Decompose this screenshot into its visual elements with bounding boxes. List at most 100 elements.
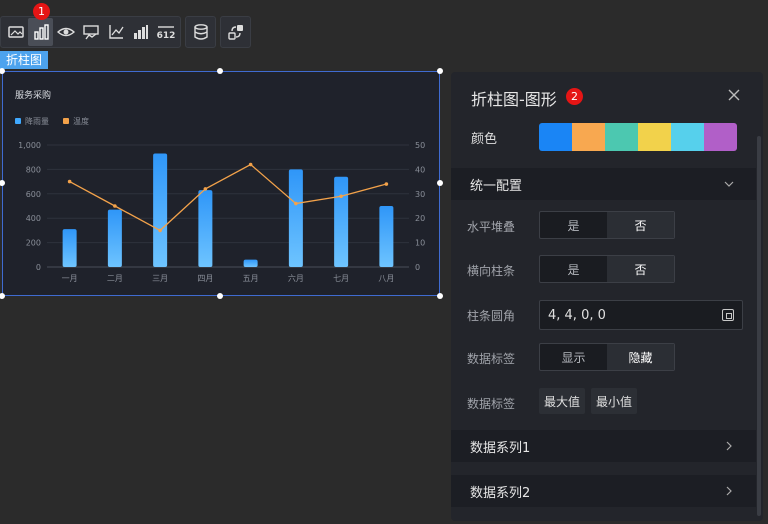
chevron-right-icon (726, 486, 732, 496)
horizontal-yes[interactable]: 是 (540, 256, 607, 282)
line-axis-icon[interactable] (103, 18, 128, 46)
legend-label-line: 温度 (73, 116, 89, 126)
toolbar-group-interaction (220, 16, 251, 48)
widget-type-tag: 折柱图 (0, 51, 49, 69)
resize-handle-top-right[interactable] (437, 68, 443, 74)
horizontal-label: 横向柱条 (467, 264, 516, 278)
bar-一月 (62, 229, 77, 267)
temperature-point (294, 201, 298, 206)
section-common-title: 统一配置 (470, 178, 523, 194)
section-series-2[interactable]: 数据系列2 (451, 475, 756, 507)
toolbar: 1 612 (0, 3, 255, 48)
color-swatch-3[interactable] (605, 123, 638, 151)
x-tick: 八月 (378, 274, 394, 283)
bar-四月 (198, 190, 213, 267)
expand-icon[interactable] (722, 309, 734, 321)
bar-三月 (153, 153, 168, 267)
y-right-tick: 40 (415, 165, 425, 174)
x-tick: 四月 (197, 274, 213, 283)
data-label-hide[interactable]: 隐藏 (607, 344, 674, 370)
svg-text:612: 612 (157, 31, 175, 41)
x-tick: 五月 (243, 274, 259, 283)
data-label-toggle: 显示 隐藏 (539, 343, 675, 371)
number-icon[interactable]: 612 (153, 18, 178, 46)
database-icon[interactable] (188, 18, 213, 46)
toolbar-group-charts: 1 612 (0, 3, 181, 48)
temperature-point (339, 194, 343, 199)
temperature-point (113, 204, 117, 208)
horizontal-no[interactable]: 否 (607, 256, 674, 282)
temperature-point (203, 187, 208, 191)
color-label: 颜色 (471, 132, 498, 147)
legend-swatch-line (63, 118, 69, 124)
color-palette[interactable] (539, 123, 737, 151)
bar-七月 (334, 176, 349, 267)
panel-scrollbar[interactable] (757, 136, 761, 516)
x-tick: 一月 (62, 274, 78, 283)
chevron-right-icon (726, 441, 732, 451)
y-right-tick: 10 (415, 239, 425, 248)
map-chart-icon[interactable] (78, 18, 103, 46)
color-swatch-4[interactable] (638, 123, 671, 151)
temperature-point (248, 162, 253, 167)
resize-handle-right[interactable] (437, 180, 443, 186)
chart-title: 服务采购 (15, 89, 51, 101)
eye-icon[interactable] (53, 18, 78, 46)
legend-swatch-bar (15, 118, 21, 124)
color-swatch-5[interactable] (671, 123, 704, 151)
x-tick: 六月 (288, 273, 304, 283)
bar-radius-value: 4, 4, 0, 0 (548, 307, 606, 323)
toolbar-group-data (185, 16, 216, 48)
max-value-button[interactable]: 最大值 (539, 388, 586, 414)
data-label-show[interactable]: 显示 (540, 344, 607, 370)
y-left-tick: 600 (26, 190, 41, 199)
data-label-extrema-label: 数据标签 (467, 397, 516, 411)
combo-chart: 服务采购降雨量 温度 0 200 400 600 800 1,000 0 10 20 30 40 50 一月… (15, 89, 425, 283)
temperature-point (158, 228, 162, 233)
step-badge-1: 1 (33, 3, 50, 20)
min-value-button[interactable]: 最小值 (591, 388, 638, 414)
y-right-tick: 0 (415, 263, 420, 272)
bar-chart-icon[interactable]: 1 (28, 3, 53, 46)
resize-handle-top[interactable] (217, 68, 223, 74)
resize-handle-bottom-left[interactable] (0, 293, 5, 299)
bar-二月 (107, 209, 122, 267)
stack-no[interactable]: 否 (607, 212, 674, 238)
section-series-1-title: 数据系列1 (470, 440, 531, 456)
resize-handle-bottom[interactable] (217, 293, 223, 299)
y-right-tick: 50 (415, 141, 425, 150)
y-left-tick: 0 (36, 263, 41, 272)
bar-series-icon[interactable] (128, 18, 153, 46)
stack-yes[interactable]: 是 (540, 212, 607, 238)
color-swatch-6[interactable] (704, 123, 737, 151)
x-tick: 七月 (333, 274, 349, 283)
stack-label: 水平堆叠 (467, 220, 516, 234)
bar-八月 (379, 206, 394, 267)
panel-title: 折柱图-图形 (471, 90, 557, 109)
y-left-tick: 1,000 (18, 141, 41, 150)
x-tick: 二月 (107, 274, 123, 283)
y-right-tick: 20 (415, 214, 425, 223)
section-common-config[interactable]: 统一配置 (451, 168, 756, 200)
chart-widget[interactable]: 服务采购 降雨量 温度 0 200 400 600 800 1,000 0 10 20 30 40 50 一月… (2, 71, 440, 296)
legend-label-bar: 降雨量 (25, 116, 49, 126)
y-left-tick: 800 (26, 165, 41, 174)
resize-handle-bottom-right[interactable] (437, 293, 443, 299)
section-series-2-title: 数据系列2 (470, 485, 531, 501)
horizontal-toggle: 是 否 (539, 255, 675, 283)
chevron-down-icon (724, 181, 734, 187)
x-tick: 三月 (152, 274, 168, 283)
y-left-tick: 400 (26, 214, 41, 223)
bar-radius-input[interactable]: 4, 4, 0, 0 (539, 300, 743, 330)
bar-五月 (243, 259, 258, 267)
y-left-tick: 200 (26, 239, 41, 248)
color-swatch-2[interactable] (572, 123, 605, 151)
step-badge-2: 2 (566, 88, 583, 105)
color-swatch-1[interactable] (539, 123, 572, 151)
close-icon[interactable] (727, 88, 741, 102)
stack-toggle: 是 否 (539, 211, 675, 239)
property-panel: 折柱图-图形 2 颜色 统一配置 水平堆叠 是 否 横向柱条 是 否 柱条圆角 … (451, 72, 763, 521)
image-icon[interactable] (3, 18, 28, 46)
section-series-1[interactable]: 数据系列1 (451, 430, 756, 462)
swap-icon[interactable] (223, 18, 248, 46)
